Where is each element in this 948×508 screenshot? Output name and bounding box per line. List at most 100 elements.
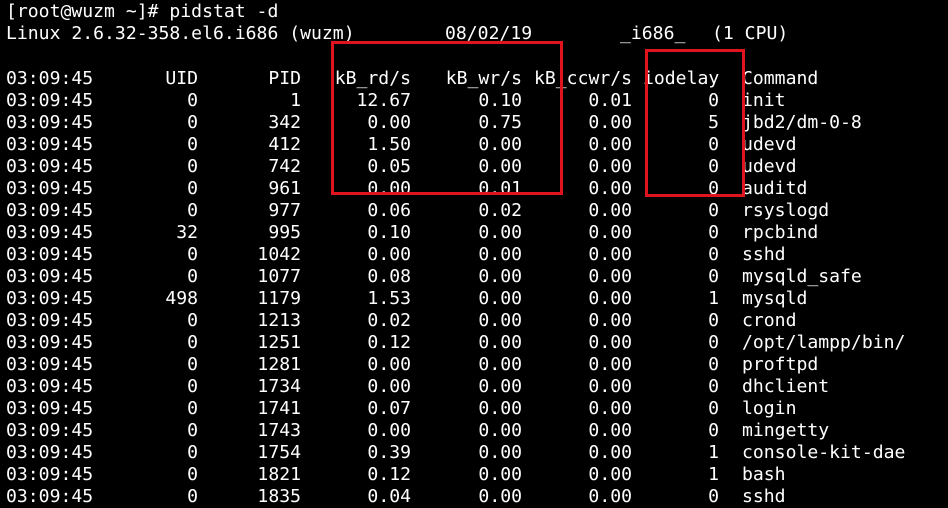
cell-time: 03:09:45 xyxy=(6,200,94,221)
cell-command: mysqld_safe xyxy=(742,266,862,287)
cell-kb-wr: 0.00 xyxy=(478,354,522,375)
cell-uid: 32 xyxy=(176,222,198,243)
cell-kb-wr: 0.00 xyxy=(478,376,522,397)
cell-kb-ccwr: 0.00 xyxy=(588,310,632,331)
cell-kb-ccwr: 0.00 xyxy=(588,442,632,463)
cell-time: 03:09:45 xyxy=(6,288,94,309)
cell-kb-rd: 0.00 xyxy=(367,420,411,441)
cell-pid: 1251 xyxy=(257,332,301,353)
cpu-count: (1 CPU) xyxy=(712,23,789,44)
cell-uid: 0 xyxy=(187,244,198,265)
cell-kb-ccwr: 0.00 xyxy=(588,420,632,441)
cell-kb-rd: 1.50 xyxy=(367,134,411,155)
cell-command: console-kit-dae xyxy=(742,442,906,463)
cell-kb-wr: 0.00 xyxy=(478,156,522,177)
cell-uid: 498 xyxy=(165,288,198,309)
header-kb-rd: kB_rd/s xyxy=(334,68,411,89)
cell-kb-rd: 0.00 xyxy=(367,354,411,375)
cell-iodelay: 1 xyxy=(708,288,719,309)
cell-command: crond xyxy=(742,310,797,331)
cell-time: 03:09:45 xyxy=(6,354,94,375)
cell-kb-ccwr: 0.00 xyxy=(588,288,632,309)
cell-iodelay: 0 xyxy=(708,354,719,375)
cell-iodelay: 0 xyxy=(708,178,719,199)
cell-kb-rd: 0.00 xyxy=(367,178,411,199)
cell-time: 03:09:45 xyxy=(6,178,94,199)
cell-kb-wr: 0.01 xyxy=(478,178,522,199)
cell-kb-ccwr: 0.00 xyxy=(588,332,632,353)
cell-uid: 0 xyxy=(187,178,198,199)
cell-kb-rd: 0.07 xyxy=(367,398,411,419)
cell-pid: 342 xyxy=(268,112,301,133)
cell-kb-rd: 0.00 xyxy=(367,244,411,265)
cell-kb-ccwr: 0.00 xyxy=(588,178,632,199)
cell-pid: 1821 xyxy=(257,464,301,485)
cell-kb-wr: 0.00 xyxy=(478,442,522,463)
terminal-window[interactable]: [root@wuzm ~]# pidstat -d Linux 2.6.32-3… xyxy=(0,0,948,507)
cell-kb-rd: 0.00 xyxy=(367,112,411,133)
command-prompt: [root@wuzm ~]# pidstat -d xyxy=(6,1,279,22)
cell-uid: 0 xyxy=(187,332,198,353)
cell-uid: 0 xyxy=(187,464,198,485)
cell-command: rpcbind xyxy=(742,222,819,243)
cell-uid: 0 xyxy=(187,266,198,287)
cell-kb-rd: 0.05 xyxy=(367,156,411,177)
cell-command: jbd2/dm-0-8 xyxy=(742,112,862,133)
cell-uid: 0 xyxy=(187,442,198,463)
cell-uid: 0 xyxy=(187,354,198,375)
cell-command: login xyxy=(742,398,797,419)
cell-kb-rd: 0.04 xyxy=(367,486,411,507)
cell-time: 03:09:45 xyxy=(6,112,94,133)
cell-time: 03:09:45 xyxy=(6,244,94,265)
cell-kb-wr: 0.00 xyxy=(478,288,522,309)
cell-kb-rd: 0.02 xyxy=(367,310,411,331)
cell-time: 03:09:45 xyxy=(6,266,94,287)
cell-command: bash xyxy=(742,464,786,485)
cell-iodelay: 0 xyxy=(708,266,719,287)
cell-iodelay: 0 xyxy=(708,244,719,265)
cell-command: init xyxy=(742,90,786,111)
cell-iodelay: 0 xyxy=(708,310,719,331)
cell-iodelay: 0 xyxy=(708,156,719,177)
cell-kb-rd: 1.53 xyxy=(367,288,411,309)
cell-pid: 742 xyxy=(268,156,301,177)
cell-pid: 1179 xyxy=(257,288,301,309)
cell-kb-rd: 0.12 xyxy=(367,464,411,485)
cell-time: 03:09:45 xyxy=(6,442,94,463)
cell-iodelay: 1 xyxy=(708,464,719,485)
cell-kb-ccwr: 0.00 xyxy=(588,222,632,243)
cell-pid: 1835 xyxy=(257,486,301,507)
cell-uid: 0 xyxy=(187,112,198,133)
cell-pid: 1743 xyxy=(257,420,301,441)
system-info-line: Linux 2.6.32-358.el6.i686 (wuzm) 08/02/1… xyxy=(6,23,788,45)
cell-kb-ccwr: 0.00 xyxy=(588,244,632,265)
cell-uid: 0 xyxy=(187,420,198,441)
cell-pid: 1281 xyxy=(257,354,301,375)
cell-kb-wr: 0.00 xyxy=(478,420,522,441)
cell-pid: 1042 xyxy=(257,244,301,265)
cell-iodelay: 0 xyxy=(708,420,719,441)
cell-kb-wr: 0.10 xyxy=(478,90,522,111)
cell-kb-ccwr: 0.00 xyxy=(588,464,632,485)
cell-time: 03:09:45 xyxy=(6,222,94,243)
report-date: 08/02/19 xyxy=(445,23,533,44)
cell-kb-wr: 0.00 xyxy=(478,310,522,331)
kernel-info: Linux 2.6.32-358.el6.i686 (wuzm) xyxy=(6,23,355,44)
header-command: Command xyxy=(742,68,819,89)
cell-pid: 995 xyxy=(268,222,301,243)
cell-kb-ccwr: 0.00 xyxy=(588,200,632,221)
cell-pid: 1077 xyxy=(257,266,301,287)
cell-uid: 0 xyxy=(187,376,198,397)
cell-pid: 977 xyxy=(268,200,301,221)
cell-kb-wr: 0.00 xyxy=(478,222,522,243)
cell-command: udevd xyxy=(742,156,797,177)
arch-info: _i686_ xyxy=(620,23,686,44)
cell-kb-ccwr: 0.00 xyxy=(588,486,632,507)
cell-pid: 1741 xyxy=(257,398,301,419)
cell-command: auditd xyxy=(742,178,808,199)
cell-iodelay: 0 xyxy=(708,90,719,111)
cell-command: mysqld xyxy=(742,288,808,309)
cell-kb-ccwr: 0.00 xyxy=(588,398,632,419)
cell-kb-ccwr: 0.00 xyxy=(588,376,632,397)
cell-time: 03:09:45 xyxy=(6,486,94,507)
